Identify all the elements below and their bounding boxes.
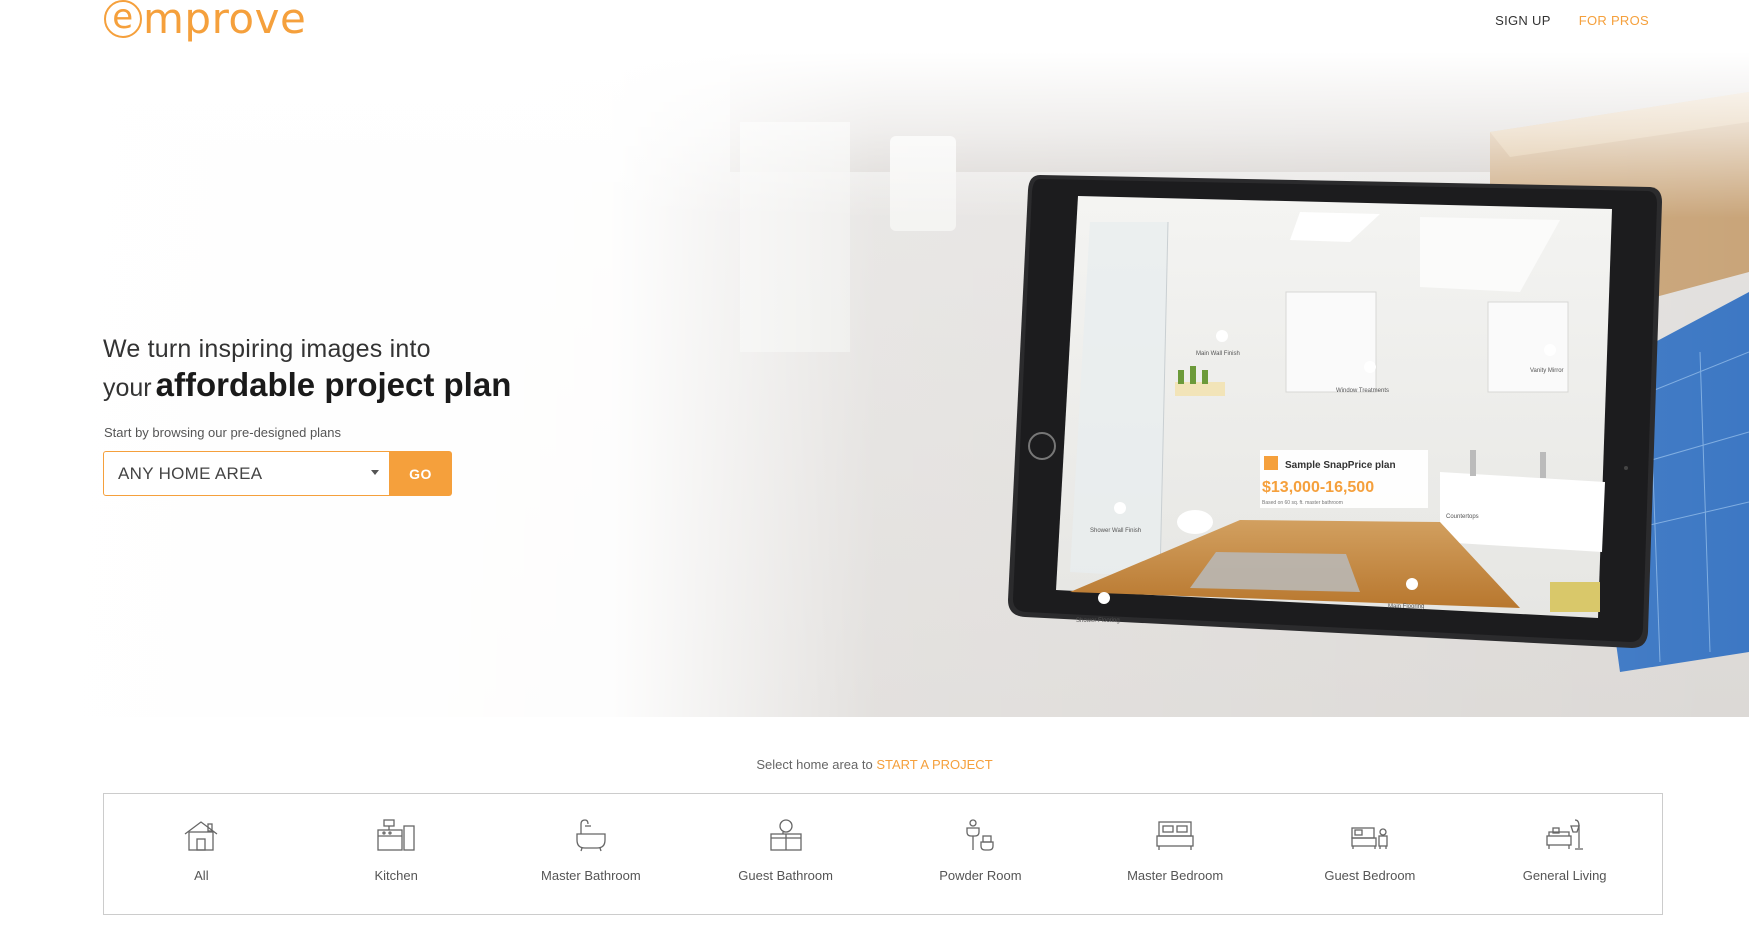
page: e mprove SIGN UP FOR PROS Sample SnapPri… bbox=[0, 0, 1749, 937]
kitchen-icon bbox=[377, 819, 415, 851]
hero: Sample SnapPrice plan $13,000-16,500 Bas… bbox=[0, 52, 1749, 717]
tablet-tag: Main Wall Finish bbox=[1196, 351, 1240, 357]
tablet-plan-price: $13,000-16,500 bbox=[1262, 479, 1374, 496]
area-label: Guest Bathroom bbox=[738, 868, 833, 883]
start-project-prompt: Select home area to START A PROJECT bbox=[0, 757, 1749, 772]
area-label: Powder Room bbox=[939, 868, 1022, 883]
area-label: Guest Bedroom bbox=[1324, 868, 1416, 883]
for-pros-link[interactable]: FOR PROS bbox=[1579, 13, 1649, 28]
tablet-plan-note: Based on 60 sq. ft. master bathroom bbox=[1262, 500, 1343, 506]
sign-up-link[interactable]: SIGN UP bbox=[1495, 13, 1551, 28]
house-icon bbox=[184, 821, 218, 851]
sofa-lamp-icon bbox=[1545, 819, 1583, 850]
bed-icon bbox=[1156, 821, 1194, 850]
hero-headline-bold: affordable project plan bbox=[155, 366, 512, 403]
prompt-text: Select home area to bbox=[756, 757, 873, 772]
home-area-list: All Kitchen Master Bathroom Guest Bathro… bbox=[103, 793, 1663, 915]
area-label: Master Bedroom bbox=[1127, 868, 1224, 883]
area-item-kitchen[interactable]: Kitchen bbox=[299, 794, 494, 914]
home-area-select-value: ANY HOME AREA bbox=[118, 463, 263, 483]
hero-subline: Start by browsing our pre-designed plans bbox=[104, 425, 342, 440]
hero-headline-line2: your affordable project plan bbox=[103, 366, 511, 404]
area-label: All bbox=[194, 868, 209, 883]
hero-headline-prefix: your bbox=[103, 374, 152, 402]
tablet-tag: Window Treatments bbox=[1336, 388, 1389, 394]
area-item-master-bathroom[interactable]: Master Bathroom bbox=[494, 794, 689, 914]
tablet-tag: Shower Wall Finish bbox=[1090, 528, 1141, 534]
area-label: Master Bathroom bbox=[541, 868, 641, 883]
chevron-down-icon bbox=[371, 470, 379, 475]
area-label: General Living bbox=[1522, 868, 1607, 883]
tablet-plan-title: Sample SnapPrice plan bbox=[1285, 460, 1396, 471]
start-project-link[interactable]: START A PROJECT bbox=[876, 757, 992, 772]
tablet-tag: Shower Flooring bbox=[1076, 618, 1120, 624]
tablet-illustration: Sample SnapPrice plan $13,000-16,500 Bas… bbox=[1008, 175, 1662, 648]
logo-text: mprove bbox=[143, 0, 307, 43]
area-item-guest-bedroom[interactable]: Guest Bedroom bbox=[1273, 794, 1468, 914]
area-item-master-bedroom[interactable]: Master Bedroom bbox=[1078, 794, 1273, 914]
area-label: Kitchen bbox=[374, 868, 418, 883]
vanity-icon bbox=[769, 819, 802, 851]
area-item-all[interactable]: All bbox=[104, 794, 299, 914]
bathtub-icon bbox=[576, 819, 606, 852]
tablet-tag: Vanity Mirror bbox=[1530, 368, 1564, 374]
go-button[interactable]: GO bbox=[389, 451, 452, 496]
top-nav: SIGN UP FOR PROS bbox=[1495, 13, 1649, 28]
logo-e: e bbox=[104, 0, 142, 38]
small-bed-icon bbox=[1351, 827, 1388, 849]
area-item-guest-bathroom[interactable]: Guest Bathroom bbox=[688, 794, 883, 914]
logo[interactable]: e mprove bbox=[104, 0, 306, 44]
area-item-general-living[interactable]: General Living bbox=[1467, 794, 1662, 914]
hero-headline-line1: We turn inspiring images into bbox=[103, 335, 431, 363]
area-item-powder-room[interactable]: Powder Room bbox=[883, 794, 1078, 914]
toilet-sink-icon bbox=[966, 819, 995, 851]
tablet-tag: Main Flooring bbox=[1388, 604, 1424, 610]
tablet-tag: Countertops bbox=[1446, 514, 1479, 520]
home-area-select[interactable]: ANY HOME AREA bbox=[103, 451, 390, 496]
